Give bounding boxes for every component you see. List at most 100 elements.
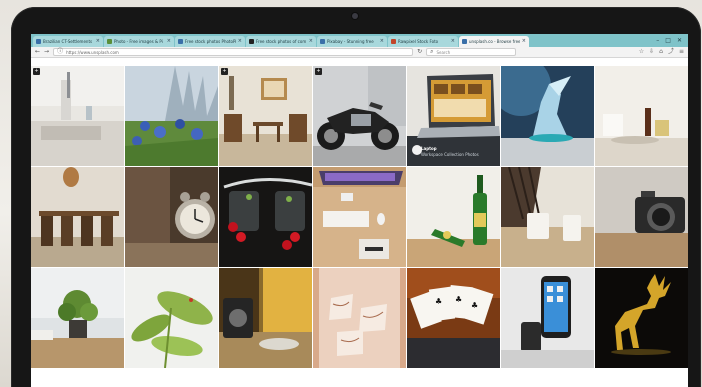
promo-subtitle: Workspace Collection Photos	[421, 152, 479, 157]
photo-badge-icon: +	[33, 68, 40, 75]
photo-film-camera-rolls[interactable]	[219, 268, 312, 368]
browser-tab[interactable]: Brazilian CT-Settlements ×	[33, 36, 103, 47]
photo-image	[313, 167, 406, 267]
browser-tab-active[interactable]: unsplash.co - Browse free ×	[459, 36, 529, 47]
photo-wooden-dining-table[interactable]	[31, 167, 124, 267]
tab-label: Photo - Free images & Pi	[114, 39, 163, 44]
photo-badge-icon: +	[315, 68, 322, 75]
photo-blue-flowers-field[interactable]	[125, 66, 218, 166]
reload-icon[interactable]: ↻	[417, 49, 422, 55]
photo-gallery: + + + Laptop Workspace Collection Photos…	[31, 66, 688, 368]
photo-image	[125, 167, 218, 267]
tab-favicon-icon	[107, 39, 112, 44]
photo-potted-plant[interactable]	[31, 268, 124, 368]
maximize-button[interactable]: □	[665, 38, 671, 44]
photo-image	[313, 268, 406, 368]
photo-smartphone-stand[interactable]	[501, 268, 594, 368]
star-icon[interactable]: ☆	[639, 49, 644, 55]
url-text: https://www.unsplash.com	[66, 49, 119, 55]
tab-favicon-icon	[320, 39, 325, 44]
tab-close-icon[interactable]: ×	[167, 39, 171, 44]
photo-green-leaves-plant[interactable]	[125, 268, 218, 368]
browser-tab[interactable]: Free stock photos PhotoPin ×	[175, 36, 245, 47]
menu-icon[interactable]: ≡	[679, 49, 684, 55]
photo-image	[31, 167, 124, 267]
photo-image	[313, 66, 406, 166]
laptop-screen: Brazilian CT-Settlements × Photo - Free …	[31, 34, 688, 387]
photo-laptop-on-desk[interactable]: Laptop Workspace Collection Photos	[407, 66, 500, 166]
address-bar[interactable]: ⓘ https://www.unsplash.com	[53, 48, 414, 56]
browser-tab[interactable]: Photo - Free images & Pi ×	[104, 36, 174, 47]
minimize-button[interactable]: –	[656, 38, 659, 44]
search-placeholder: Search	[436, 49, 451, 55]
download-icon[interactable]: ⇩	[649, 49, 654, 55]
photo-green-beer-bottles[interactable]	[407, 167, 500, 267]
search-icon: ⌕	[430, 48, 434, 55]
photo-image	[501, 66, 594, 166]
tab-favicon-icon	[178, 39, 183, 44]
browser-tab[interactable]: Free stock photos of com ×	[246, 36, 316, 47]
photo-image	[125, 66, 218, 166]
tab-close-icon[interactable]: ×	[380, 39, 384, 44]
photo-table-setting[interactable]	[595, 66, 688, 166]
photo-dining-room-chairs[interactable]: +	[219, 66, 312, 166]
photo-glass-bird-figurine[interactable]	[501, 66, 594, 166]
tab-label: Free stock photos PhotoPin	[185, 39, 236, 44]
photo-image	[501, 167, 594, 267]
photo-image	[219, 268, 312, 368]
photo-desk-workspace[interactable]	[313, 167, 406, 267]
tab-close-icon[interactable]: ×	[309, 39, 313, 44]
photo-vintage-alarm-clock[interactable]	[125, 167, 218, 267]
tab-close-icon[interactable]: ×	[522, 39, 526, 44]
tab-favicon-icon	[249, 39, 254, 44]
photo-image	[407, 167, 500, 267]
forward-arrow-icon[interactable]: →	[44, 49, 49, 55]
photo-vintage-camera[interactable]	[595, 167, 688, 267]
webcam-icon	[352, 13, 358, 19]
back-arrow-icon[interactable]: ←	[35, 49, 40, 55]
close-window-button[interactable]: ✕	[677, 38, 682, 44]
svg-text:♣: ♣	[471, 301, 478, 310]
svg-text:♣: ♣	[455, 295, 462, 304]
browser-tab[interactable]: Rawpixel Stock Foto ×	[388, 36, 458, 47]
tab-label: unsplash.co - Browse free	[469, 39, 520, 44]
tab-label: Pixabay - Stunning free	[327, 39, 374, 44]
photo-playing-cards[interactable]: ♣ ♣ ♣	[407, 268, 500, 368]
photo-badge-icon: +	[221, 68, 228, 75]
browser-tab[interactable]: Pixabay - Stunning free ×	[317, 36, 387, 47]
svg-text:♣: ♣	[435, 297, 442, 306]
share-icon[interactable]: ⤴	[668, 49, 674, 55]
photo-image	[595, 167, 688, 267]
photo-image	[31, 268, 124, 368]
browser-tab-strip: Brazilian CT-Settlements × Photo - Free …	[31, 34, 688, 47]
toolbar-icons: ☆ ⇩ ⌂ ⤴ ≡	[639, 49, 684, 55]
photo-image	[31, 66, 124, 166]
photo-image	[407, 66, 500, 166]
photo-white-kitchen-interior[interactable]: +	[31, 66, 124, 166]
window-controls: – □ ✕	[656, 38, 688, 47]
browser-toolbar: ← → ⓘ https://www.unsplash.com ↻ ⌕ Searc…	[31, 47, 688, 58]
photo-image	[125, 268, 218, 368]
tab-label: Free stock photos of com	[256, 39, 307, 44]
lock-icon: ⓘ	[57, 48, 64, 55]
photo-hand-drawn-sketches[interactable]	[313, 268, 406, 368]
tab-close-icon[interactable]: ×	[238, 39, 242, 44]
photo-image	[501, 268, 594, 368]
photo-black-motorcycle[interactable]: +	[313, 66, 406, 166]
photo-image	[219, 167, 312, 267]
tab-close-icon[interactable]: ×	[451, 39, 455, 44]
tab-close-icon[interactable]: ×	[96, 39, 100, 44]
promo-title: Laptop	[421, 146, 437, 151]
photo-coffee-mugs-table[interactable]	[501, 167, 594, 267]
tab-favicon-icon	[391, 39, 396, 44]
photo-image	[219, 66, 312, 166]
search-input[interactable]: ⌕ Search	[426, 48, 517, 56]
home-icon[interactable]: ⌂	[659, 49, 663, 55]
photo-image	[595, 268, 688, 368]
photo-gold-deer-sculpture[interactable]	[595, 268, 688, 368]
photo-glass-jars-cherries[interactable]	[219, 167, 312, 267]
tab-label: Brazilian CT-Settlements	[43, 39, 93, 44]
photo-image	[595, 66, 688, 166]
tab-favicon-icon	[462, 39, 467, 44]
tab-label: Rawpixel Stock Foto	[398, 39, 439, 44]
